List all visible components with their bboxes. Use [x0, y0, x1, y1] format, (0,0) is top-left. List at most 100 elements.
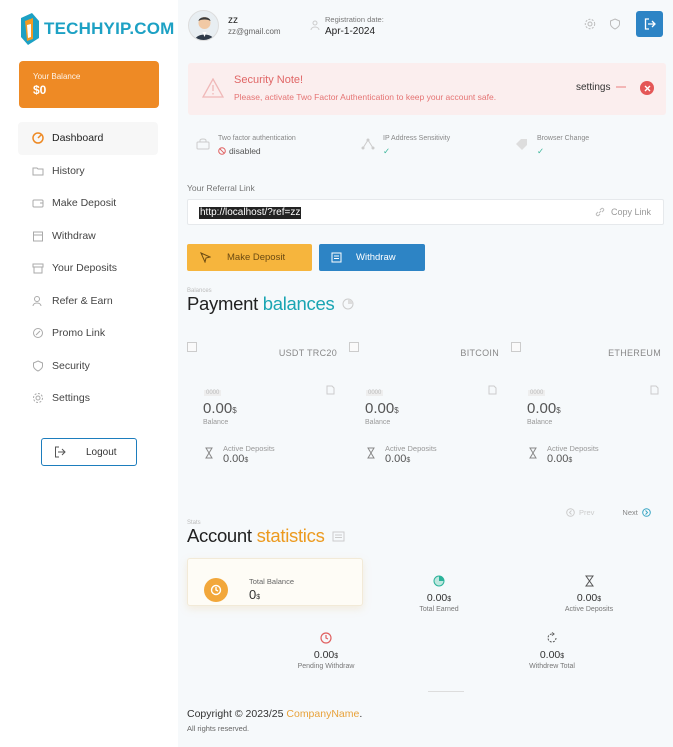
stat-amount: 0.00 [313, 649, 335, 661]
coin-small-value: 0000 [528, 390, 546, 396]
referral-link-field[interactable]: http://localhost/?ref=zz Copy Link [187, 199, 664, 225]
sidebar-item-label: Refer & Earn [52, 294, 113, 307]
coin-balance-value: 0.00 [203, 400, 233, 417]
calendar-icon [32, 230, 44, 242]
brand-logo[interactable]: TECHHYIP.COM [18, 12, 175, 46]
browser-change-label: Browser Change [537, 135, 590, 142]
referral-url[interactable]: http://localhost/?ref=zz [199, 207, 302, 219]
header-logout-button[interactable] [636, 11, 663, 37]
coin-balance-value: 0.00 [365, 400, 395, 417]
sidebar-item-label: Settings [52, 392, 90, 405]
sidebar-item-label: Withdraw [52, 229, 96, 242]
registration-date: Apr-1-2024 [325, 26, 376, 37]
document-icon [326, 382, 335, 400]
coin-small-value: 0000 [366, 390, 384, 396]
stat-unit: $ [560, 653, 565, 660]
logout-label: Logout [86, 446, 117, 458]
sidebar-item-label: History [52, 164, 85, 177]
logout-button[interactable]: Logout [41, 438, 137, 466]
stat-label: Pending Withdraw [297, 663, 355, 670]
copy-link-label: Copy Link [610, 207, 651, 217]
clock-icon [266, 632, 386, 646]
active-deposits-unit: $ [244, 457, 249, 464]
make-deposit-button[interactable]: Make Deposit [187, 244, 312, 271]
next-button[interactable]: Next [622, 508, 651, 517]
coin-pager: Prev Next [566, 508, 656, 517]
company-name-link[interactable]: CompanyName [286, 708, 359, 720]
ip-sensitivity-label: IP Address Sensitivity [383, 135, 451, 142]
coin-card-bitcoin: BITCOIN 0000 0.00$ Balance Active Deposi… [349, 342, 499, 472]
coin-balance: 0.00$ [203, 400, 237, 417]
sidebar-item-dashboard[interactable]: Dashboard [18, 122, 158, 155]
alert-message: Please, activate Two Factor Authenticati… [234, 92, 497, 102]
stat-unit: $ [334, 653, 339, 660]
coin-image [349, 342, 359, 352]
close-icon [644, 85, 650, 91]
sidebar-item-promo-link[interactable]: Promo Link [18, 317, 158, 350]
withdraw-button[interactable]: Withdraw [319, 244, 425, 271]
coin-balance-label: Balance [527, 419, 553, 426]
total-balance-value: 0$ [249, 587, 260, 602]
next-label: Next [622, 508, 638, 517]
stat-unit: $ [597, 596, 602, 603]
coin-balance-value: 0.00 [527, 400, 557, 417]
document-icon [488, 382, 497, 400]
sidebar-item-refer-earn[interactable]: Refer & Earn [18, 285, 158, 318]
payment-title-a: Payment [187, 293, 263, 314]
brand-name: TECHHYIP.COM [44, 19, 175, 38]
balance-card: Your Balance $0 [19, 61, 159, 108]
active-deposits-label: Active Deposits [223, 444, 275, 453]
sidebar-item-label: Make Deposit [52, 197, 117, 210]
logout-icon [54, 446, 66, 458]
hourglass-icon [529, 446, 537, 464]
coin-unit: $ [232, 406, 237, 415]
settings-gear-icon[interactable] [584, 17, 596, 35]
browser-change-value: ✓ [537, 146, 545, 156]
network-icon [361, 137, 375, 155]
coin-image [187, 342, 197, 352]
sidebar-item-settings[interactable]: Settings [18, 382, 158, 415]
sidebar-item-withdraw[interactable]: Withdraw [18, 220, 158, 253]
logo-icon [21, 13, 39, 45]
clock-icon [204, 578, 228, 602]
make-deposit-label: Make Deposit [227, 252, 286, 263]
copy-link-button[interactable]: Copy Link [595, 207, 651, 217]
arrow-right-icon [616, 86, 626, 88]
alert-close-button[interactable] [640, 81, 654, 95]
sidebar-item-label: Your Deposits [52, 262, 117, 275]
alert-settings-link[interactable]: settings [576, 82, 610, 93]
avatar[interactable] [188, 10, 219, 41]
balance-label: Your Balance [33, 72, 81, 81]
shield-icon[interactable] [609, 17, 621, 35]
active-deposits-label: Active Deposits [547, 444, 599, 453]
payment-coins: USDT TRC20 0000 0.00$ Balance Active Dep… [187, 342, 667, 472]
total-balance-card: Total Balance 0$ [187, 558, 363, 606]
user-email: zz@gmail.com [228, 27, 281, 36]
stat-active-deposits: 0.00$ Active Deposits [529, 575, 649, 613]
referral-label: Your Referral Link [187, 183, 255, 193]
sidebar-item-your-deposits[interactable]: Your Deposits [18, 252, 158, 285]
active-deposits-value: 0.00$ [223, 453, 248, 465]
sidebar-item-make-deposit[interactable]: Make Deposit [18, 187, 158, 220]
coin-balance-label: Balance [365, 419, 391, 426]
withdraw-label: Withdraw [356, 252, 396, 263]
pie-chart-icon [379, 575, 499, 589]
link-icon [595, 207, 605, 217]
account-statistics-title: Account statistics [187, 525, 345, 547]
topbar: zz zz@gmail.com Registration date: Apr-1… [178, 0, 673, 52]
sidebar-item-label: Security [52, 359, 90, 372]
main-content: zz zz@gmail.com Registration date: Apr-1… [178, 0, 673, 747]
stat-amount: 0.00 [576, 592, 598, 604]
coin-unit: $ [394, 406, 399, 415]
sidebar-item-history[interactable]: History [18, 155, 158, 188]
total-balance-label: Total Balance [249, 577, 295, 586]
security-alert: Security Note! Please, activate Two Fact… [188, 63, 666, 115]
two-factor-label: Two factor authentication [218, 135, 296, 142]
alert-title: Security Note! [234, 74, 304, 86]
stat-amount: 0.00 [426, 592, 448, 604]
ip-sensitivity-value: ✓ [383, 146, 391, 156]
active-deposits-value: 0.00$ [385, 453, 410, 465]
sidebar-item-security[interactable]: Security [18, 350, 158, 383]
prev-button[interactable]: Prev [566, 508, 594, 517]
archive-icon [32, 262, 44, 274]
